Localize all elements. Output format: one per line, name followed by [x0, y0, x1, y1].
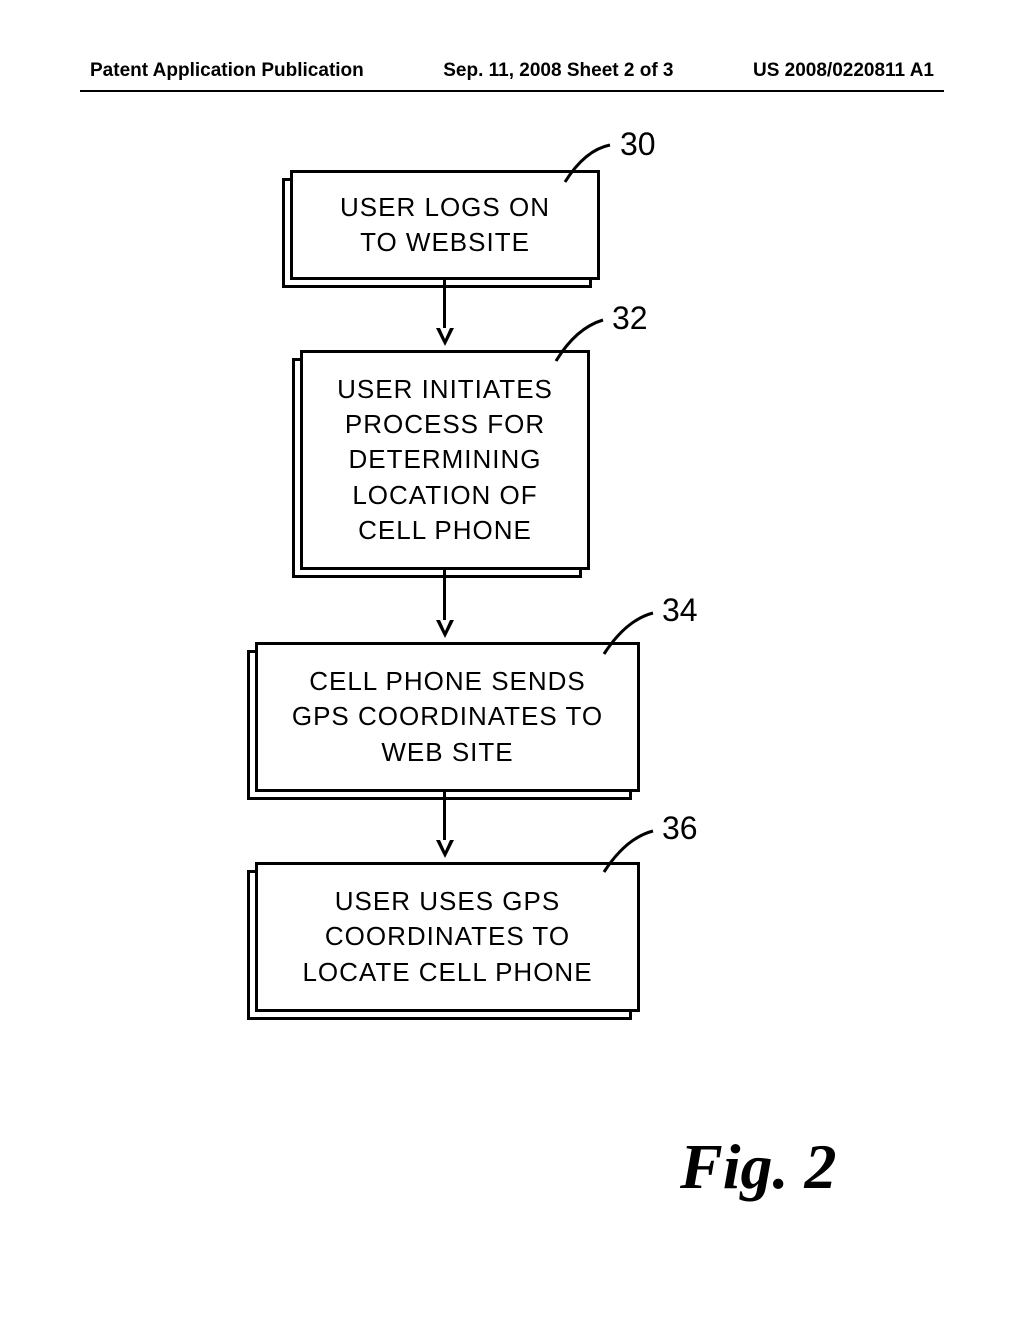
flow-box-32-text: USER INITIATES PROCESS FOR DETERMINING L…: [337, 372, 553, 547]
flow-box-36-text: USER USES GPS COORDINATES TO LOCATE CELL…: [302, 884, 592, 989]
flow-box-32: USER INITIATES PROCESS FOR DETERMINING L…: [300, 350, 590, 570]
flow-box-30-text: USER LOGS ON TO WEBSITE: [340, 190, 550, 260]
ref-leader-32: [548, 316, 608, 376]
flow-box-30: USER LOGS ON TO WEBSITE: [290, 170, 600, 280]
ref-num-32: 32: [612, 300, 648, 337]
flow-box-34-text: CELL PHONE SENDS GPS COORDINATES TO WEB …: [292, 664, 603, 769]
ref-leader-36: [598, 828, 658, 888]
header-date-sheet: Sep. 11, 2008 Sheet 2 of 3: [443, 60, 673, 82]
flow-box-34: CELL PHONE SENDS GPS COORDINATES TO WEB …: [255, 642, 640, 792]
arrow-32-34: [443, 570, 446, 620]
flowchart: USER LOGS ON TO WEBSITE 30 USER INITIATE…: [0, 140, 1024, 1060]
ref-leader-34: [598, 610, 658, 670]
ref-leader-30: [555, 140, 615, 200]
arrow-head-32-34: [436, 620, 454, 638]
header-patent-number: US 2008/0220811 A1: [753, 60, 934, 82]
arrow-head-34-36: [436, 840, 454, 858]
figure-label: Fig. 2: [680, 1130, 836, 1204]
header-rule: [80, 90, 944, 92]
page-header: Patent Application Publication Sep. 11, …: [0, 60, 1024, 82]
ref-num-36: 36: [662, 810, 698, 847]
arrow-34-36: [443, 792, 446, 840]
ref-num-34: 34: [662, 592, 698, 629]
ref-num-30: 30: [620, 126, 656, 163]
flow-box-36: USER USES GPS COORDINATES TO LOCATE CELL…: [255, 862, 640, 1012]
arrow-head-30-32: [436, 328, 454, 346]
header-publication: Patent Application Publication: [90, 60, 364, 82]
arrow-30-32: [443, 280, 446, 328]
